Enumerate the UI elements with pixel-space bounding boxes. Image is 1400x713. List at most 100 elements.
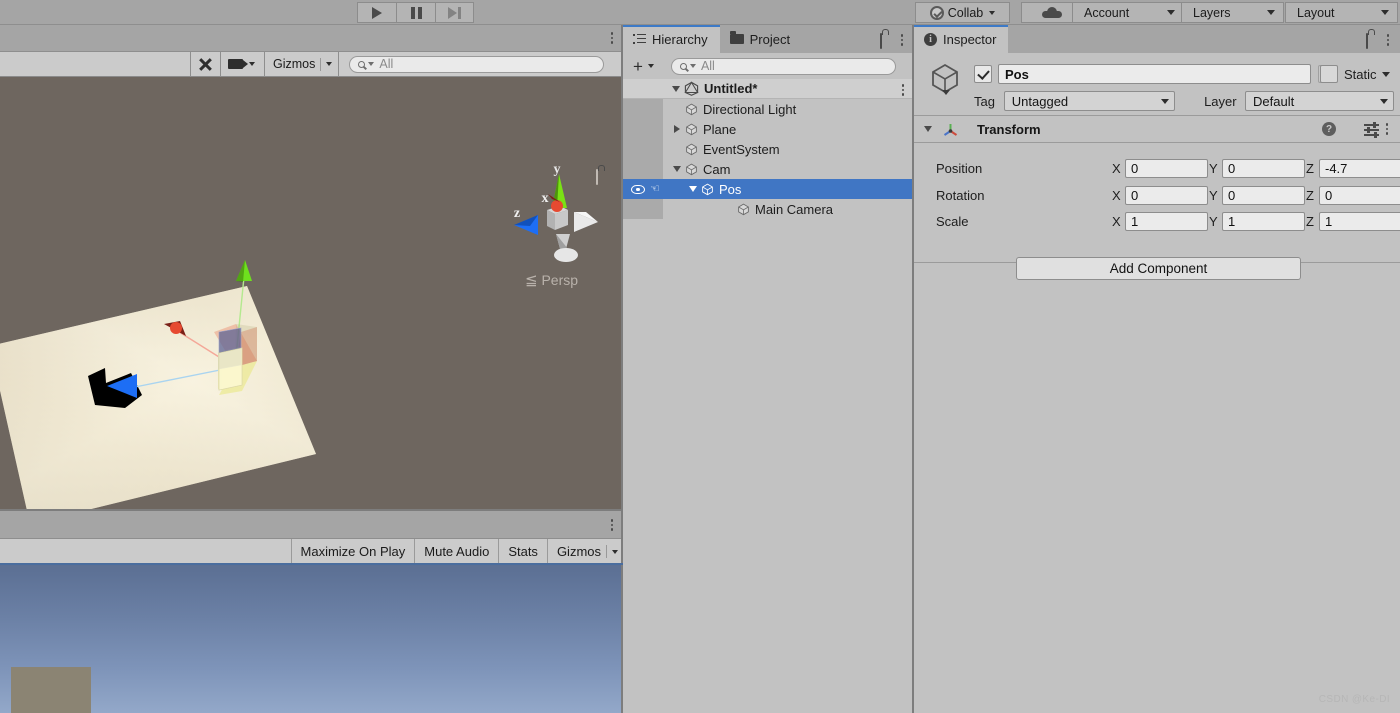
hierarchy-add-button[interactable]: + [629,58,658,75]
static-checkbox[interactable] [1320,65,1338,83]
scene-tools-button[interactable] [191,52,220,77]
scale-z-group: Z 1 [1306,211,1400,231]
step-button[interactable] [435,2,474,23]
hierarchy-icon [633,33,646,45]
expand-toggle[interactable] [668,85,684,92]
position-x-input[interactable]: 0 [1125,158,1208,178]
hierarchy-item-label: Pos [719,181,742,197]
hierarchy-item-label: Plane [703,121,737,137]
scene-projection-label[interactable]: ≦ Persp [525,271,578,289]
hierarchy-item-eventsystem[interactable]: EventSystem [623,139,914,159]
scale-x-value: 1 [1131,213,1139,229]
transform-help-button[interactable]: ? [1322,122,1336,136]
tag-dropdown[interactable]: Untagged [1003,91,1176,111]
hierarchy-scene-root[interactable]: Untitled* [623,79,914,99]
collab-button[interactable]: Collab [915,2,1010,23]
chevron-down-icon [1167,10,1175,15]
chevron-down-icon [647,64,654,68]
eye-icon[interactable] [631,184,645,194]
add-component-button[interactable]: Add Component [1016,257,1301,280]
transform-options-button[interactable] [1385,123,1388,135]
tab-hierarchy[interactable]: Hierarchy [623,25,720,53]
scale-z-input[interactable]: 1 [1319,211,1400,231]
gameobject-icon [702,183,713,196]
game-plane-object [11,667,91,713]
rotation-x-input[interactable]: 0 [1125,185,1208,205]
stats-button[interactable]: Stats [498,538,547,565]
hierarchy-item-cam[interactable]: Cam [623,159,914,179]
gameobject-icon[interactable] [928,61,962,95]
inspector-lock-button[interactable] [1366,33,1368,49]
tab-project[interactable]: Project [719,25,803,53]
layer-dropdown[interactable]: Default [1245,91,1394,111]
position-x-group: X 0 [1112,158,1208,178]
hierarchy-item-directional-light[interactable]: Directional Light [623,99,914,119]
scene-context-menu-button[interactable] [901,84,904,96]
play-icon [372,6,382,19]
hand-icon[interactable]: ☜ [650,183,660,195]
chevron-down-icon [1380,98,1388,104]
tab-project-label: Project [749,31,791,47]
rotation-y-input[interactable]: 0 [1222,185,1305,205]
position-y-input[interactable]: 0 [1222,158,1305,178]
gameobject-icon [686,123,697,136]
vertical-splitter-hierarchy-inspector[interactable] [912,25,914,713]
scale-x-input[interactable]: 1 [1125,211,1208,231]
scene-orientation-gizmo[interactable]: y x z [500,162,620,272]
tab-inspector[interactable]: i Inspector [914,25,1009,53]
hierarchy-tree[interactable]: Untitled* Directional Light Plane EventS… [623,79,914,713]
layout-label: Layout [1297,5,1335,20]
visibility-gutter[interactable] [623,99,663,119]
scene-options-button[interactable] [610,32,613,44]
expand-toggle[interactable] [669,166,685,172]
visibility-gutter[interactable] [623,159,663,179]
layer-value: Default [1253,93,1295,109]
pause-button[interactable] [396,2,435,23]
horizontal-splitter-scene-game[interactable] [0,509,621,511]
layers-button[interactable]: Layers [1181,2,1284,23]
game-options-button[interactable] [610,519,613,531]
rotation-z-input[interactable]: 0 [1319,185,1400,205]
mute-audio-button[interactable]: Mute Audio [414,538,498,565]
visibility-gutter[interactable] [623,139,663,159]
object-name-input[interactable]: Pos [998,64,1311,84]
visibility-gutter[interactable] [623,119,663,139]
expand-toggle[interactable] [669,125,685,133]
vertical-splitter-scene-hierarchy[interactable] [621,25,623,713]
expand-toggle[interactable] [685,186,701,192]
chevron-down-icon [689,64,696,68]
scene-gizmo-lock-button[interactable] [596,169,598,185]
scale-y-input[interactable]: 1 [1222,211,1305,231]
visibility-gutter[interactable] [623,199,663,219]
scene-search-input[interactable]: All [349,55,605,73]
kebab-icon [901,84,904,96]
position-z-input[interactable]: -4.7 [1319,158,1400,178]
hierarchy-lock-button[interactable] [880,33,882,49]
scene-camera-button[interactable] [221,52,264,77]
main-toolbar: Collab Account Layers Layout [0,0,1400,25]
collapse-toggle[interactable] [924,126,932,132]
axis-z-label: Z [1306,187,1314,203]
hierarchy-options-button[interactable] [900,34,903,46]
scene-viewport[interactable]: y x z ≦ Persp [0,77,623,539]
play-button[interactable] [357,2,396,23]
maximize-on-play-button[interactable]: Maximize On Play [290,538,415,565]
projection-mode-text: Persp [541,272,579,288]
hierarchy-item-pos[interactable]: ☜ Pos [623,179,914,199]
collab-icon [929,5,944,20]
account-button[interactable]: Account [1072,2,1184,23]
hierarchy-search-input[interactable]: All [670,57,896,75]
watermark: CSDN @Ke-DI [1318,694,1390,705]
static-dropdown[interactable]: Static [1344,67,1390,82]
scale-z-value: 1 [1325,213,1333,229]
inspector-tab-row: i Inspector [914,25,1400,53]
hierarchy-search-value: All [700,59,715,73]
hierarchy-item-plane[interactable]: Plane [623,119,914,139]
game-gizmos-button[interactable]: Gizmos [546,538,623,565]
object-enabled-checkbox[interactable] [974,65,992,83]
hierarchy-item-main-camera[interactable]: Main Camera [623,199,914,219]
scene-gizmos-button[interactable]: Gizmos [265,52,336,77]
inspector-options-button[interactable] [1386,34,1389,46]
game-viewport[interactable] [0,565,623,713]
layout-button[interactable]: Layout [1285,2,1398,23]
